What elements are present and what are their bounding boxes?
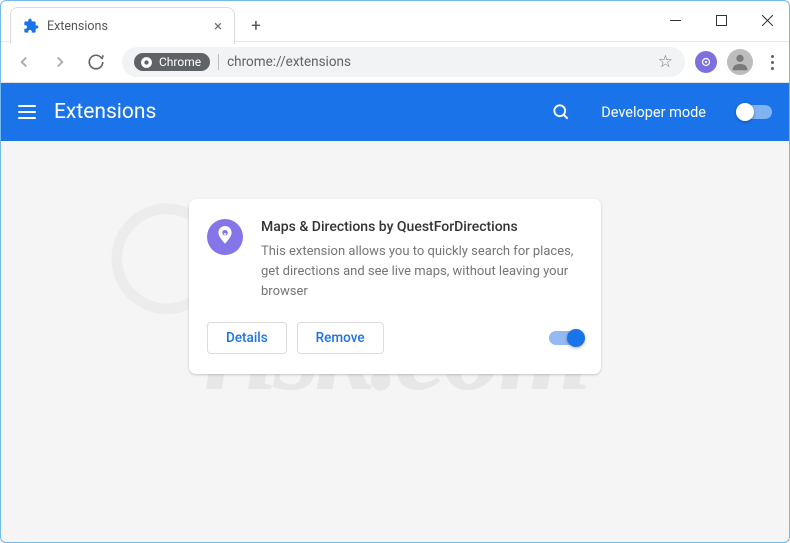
url-text: chrome://extensions bbox=[227, 54, 351, 70]
developer-mode-toggle[interactable] bbox=[738, 105, 772, 119]
kebab-menu-icon[interactable] bbox=[763, 55, 782, 70]
search-icon[interactable] bbox=[549, 100, 573, 124]
minimize-button[interactable] bbox=[652, 0, 698, 42]
remove-button[interactable]: Remove bbox=[297, 322, 384, 354]
extension-card: w Maps & Directions by QuestForDirection… bbox=[189, 199, 601, 374]
extension-description: This extension allows you to quickly sea… bbox=[261, 242, 583, 302]
tab-strip: Extensions × + bbox=[10, 7, 273, 44]
maximize-button[interactable] bbox=[698, 0, 744, 42]
back-button[interactable] bbox=[8, 46, 40, 78]
svg-text:w: w bbox=[224, 232, 227, 236]
extension-enable-toggle[interactable] bbox=[549, 331, 583, 345]
forward-button[interactable] bbox=[44, 46, 76, 78]
browser-tab[interactable]: Extensions × bbox=[10, 7, 235, 44]
tab-close-icon[interactable]: × bbox=[214, 17, 222, 35]
extension-title: Maps & Directions by QuestForDirections bbox=[261, 219, 583, 235]
new-tab-button[interactable]: + bbox=[239, 16, 273, 36]
chrome-logo-icon bbox=[140, 56, 153, 69]
puzzle-icon bbox=[23, 18, 39, 34]
details-button[interactable]: Details bbox=[207, 322, 287, 354]
bookmark-star-icon[interactable]: ☆ bbox=[658, 52, 673, 72]
extensions-header: Extensions Developer mode bbox=[0, 83, 790, 141]
page-title: Extensions bbox=[54, 100, 156, 124]
tab-title: Extensions bbox=[47, 19, 206, 34]
chrome-badge: Chrome bbox=[134, 53, 210, 71]
separator bbox=[218, 54, 219, 70]
chrome-badge-label: Chrome bbox=[159, 55, 201, 69]
developer-mode-label: Developer mode bbox=[601, 104, 706, 121]
profile-avatar[interactable] bbox=[727, 49, 753, 75]
extension-icon: w bbox=[207, 219, 243, 255]
hamburger-menu-icon[interactable] bbox=[18, 105, 36, 119]
reload-button[interactable] bbox=[80, 46, 112, 78]
extension-toolbar-icon[interactable] bbox=[695, 51, 717, 73]
content-area: risk.com w Maps & Directions by QuestFor… bbox=[0, 141, 790, 543]
address-bar[interactable]: Chrome chrome://extensions ☆ bbox=[122, 47, 685, 77]
close-button[interactable] bbox=[744, 0, 790, 42]
browser-toolbar: Chrome chrome://extensions ☆ bbox=[0, 42, 790, 83]
